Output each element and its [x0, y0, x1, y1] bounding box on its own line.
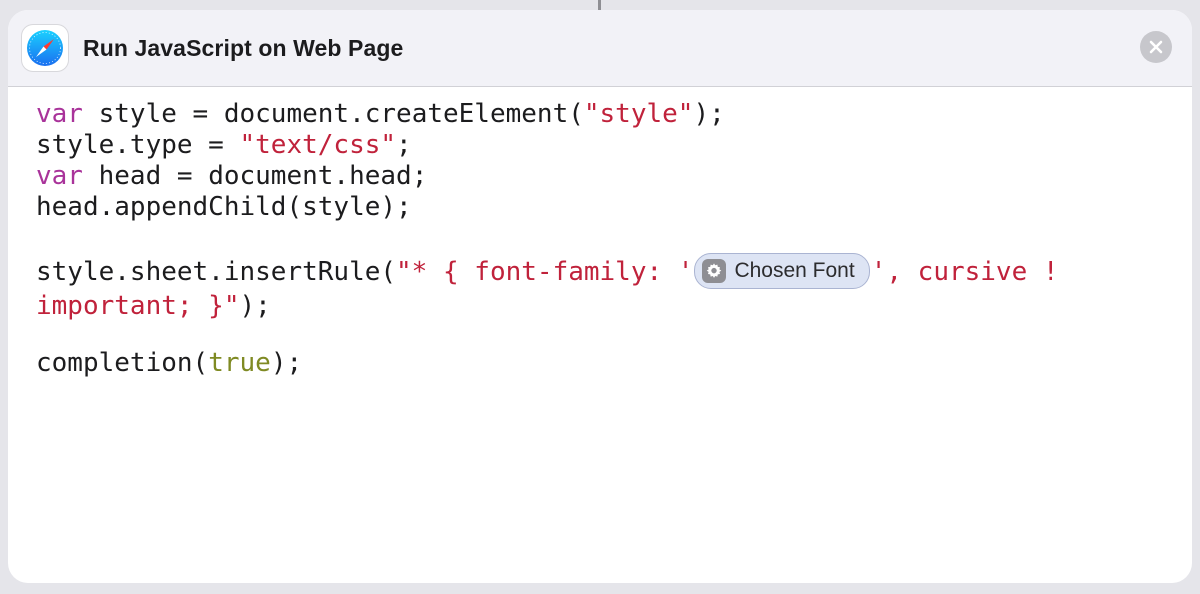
- code-text: head.appendChild(style);: [36, 192, 412, 222]
- code-line: head.appendChild(style);: [36, 192, 1192, 223]
- code-line: style.type = "text/css";: [36, 130, 1192, 161]
- keyword: var: [36, 99, 83, 129]
- script-editor[interactable]: var style = document.createElement("styl…: [8, 87, 1192, 379]
- code-text: completion(: [36, 348, 209, 378]
- code-text: head = document.head;: [82, 161, 428, 191]
- code-line: var head = document.head;: [36, 161, 1192, 192]
- boolean-literal: true: [208, 348, 271, 378]
- code-line: style.sheet.insertRule("* { font-family:…: [36, 252, 1192, 291]
- string-literal: "text/css": [239, 130, 397, 160]
- chosen-font-variable-token[interactable]: Chosen Font: [694, 252, 870, 289]
- string-literal: ', cursive !: [870, 257, 1059, 287]
- code-text: );: [693, 99, 725, 129]
- code-text: style.sheet.insertRule(: [36, 257, 397, 287]
- code-text: );: [270, 348, 303, 378]
- close-icon: [1149, 40, 1163, 54]
- action-card[interactable]: Run JavaScript on Web Page var style = d…: [8, 10, 1192, 583]
- safari-compass-icon: [22, 25, 68, 71]
- gear-icon: [702, 258, 727, 283]
- action-title: Run JavaScript on Web Page: [83, 34, 404, 61]
- code-text: ;: [396, 130, 412, 160]
- action-header: Run JavaScript on Web Page: [8, 10, 1192, 87]
- string-literal: "* { font-family: ': [396, 257, 694, 287]
- variable-label: Chosen Font: [734, 259, 855, 282]
- code-line: var style = document.createElement("styl…: [36, 99, 1192, 130]
- code-line: important; }");: [36, 291, 1192, 322]
- keyword: var: [36, 161, 83, 191]
- connector-line: [598, 0, 601, 10]
- string-literal: "style": [583, 99, 694, 129]
- code-text: );: [239, 291, 271, 321]
- code-text: style.type =: [36, 130, 240, 160]
- code-line: completion(true);: [36, 348, 1192, 379]
- close-button[interactable]: [1140, 31, 1172, 63]
- code-text: style = document.createElement(: [82, 99, 584, 129]
- string-literal: important; }": [36, 291, 240, 321]
